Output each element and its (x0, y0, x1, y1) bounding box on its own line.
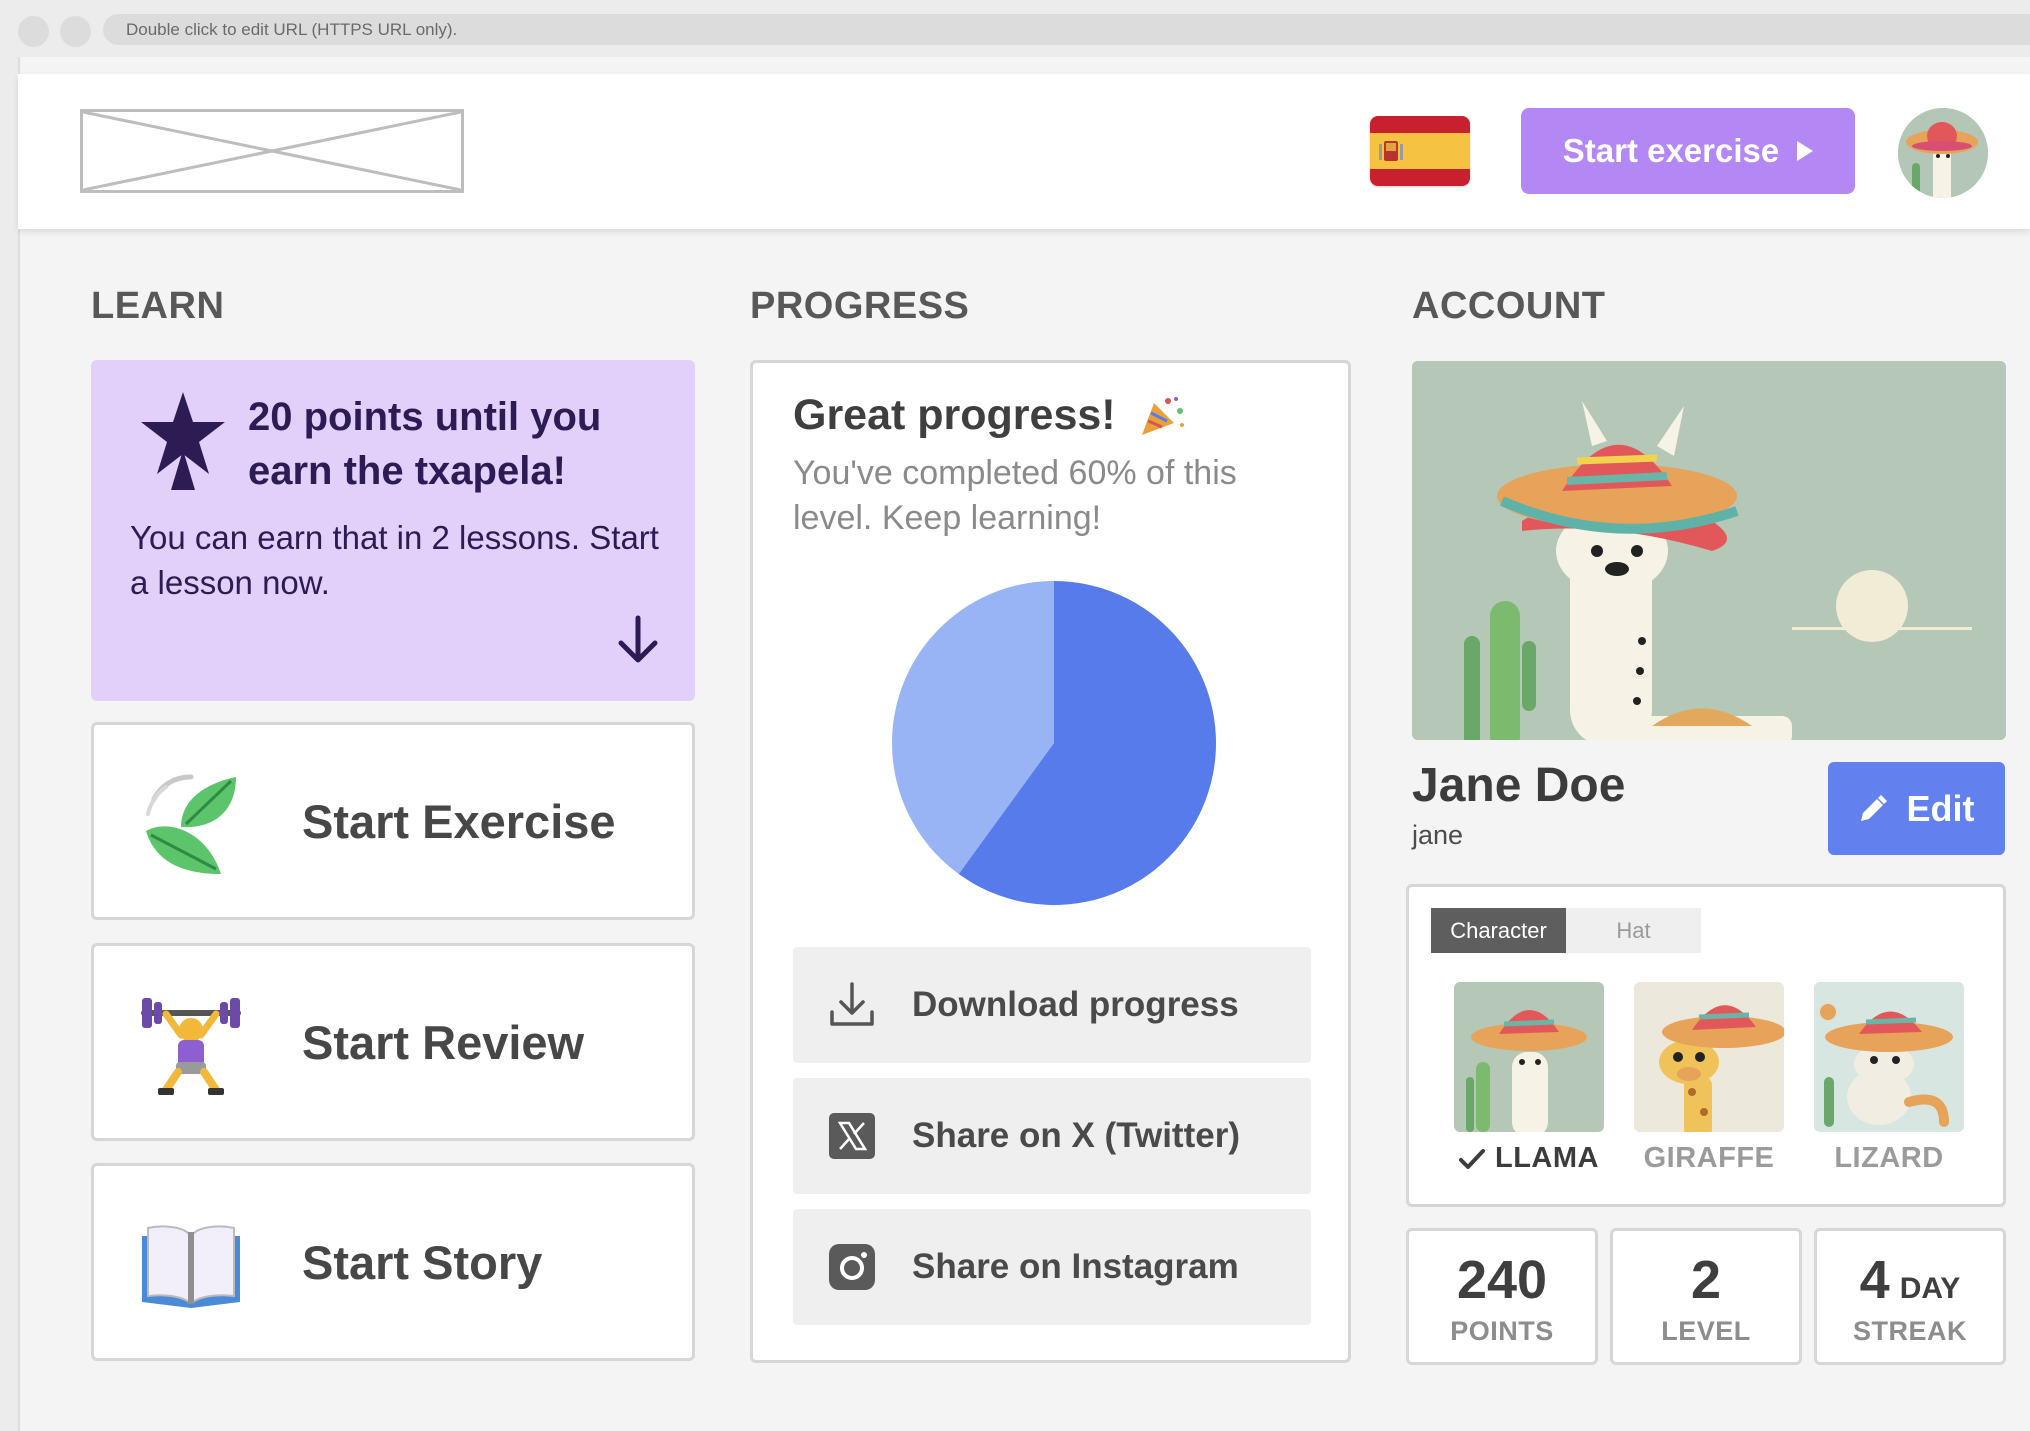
streak-value: 4 (1859, 1250, 1890, 1310)
streak-suffix: DAY (1899, 1272, 1961, 1305)
level-caption: LEVEL (1661, 1316, 1751, 1346)
checkmark-icon (1459, 1148, 1485, 1169)
profile-name: Jane Doe (1412, 759, 1626, 812)
open-book-icon (142, 1225, 240, 1308)
edit-profile-button[interactable]: Edit (1828, 762, 2005, 855)
txapela-promo-card: 20 points until you earn the txapela! Yo… (91, 360, 695, 701)
tab-hat[interactable]: Hat (1566, 908, 1701, 953)
progress-pie-chart (892, 581, 1216, 905)
progress-card: Great progress! You've completed 60% of … (750, 360, 1351, 1363)
window-edge (0, 57, 20, 1431)
start-exercise-label: Start Exercise (302, 794, 616, 848)
download-progress-button[interactable]: Download progress (793, 947, 1311, 1063)
llama-label-row: LLAMA (1454, 1142, 1604, 1175)
share-instagram-label: Share on Instagram (912, 1247, 1239, 1286)
llama-label: LLAMA (1495, 1142, 1599, 1174)
promo-title: 20 points until you earn the txapela! (248, 395, 602, 493)
picker-tabs: Character Hat (1431, 908, 1701, 953)
download-icon (830, 982, 874, 1026)
leaves-icon (146, 774, 236, 874)
promo-text: You can earn that in 2 lessons. Start a … (130, 519, 659, 601)
giraffe-label: GIRAFFE (1643, 1142, 1775, 1174)
progress-title: Great progress! (793, 391, 1116, 439)
window-control-close[interactable] (18, 16, 49, 47)
lizard-label: LIZARD (1834, 1142, 1944, 1174)
weightlifter-icon (141, 998, 241, 1095)
share-instagram-button[interactable]: Share on Instagram (793, 1209, 1311, 1325)
tab-character[interactable]: Character (1431, 908, 1566, 953)
character-option-llama[interactable]: LLAMA (1454, 982, 1604, 1175)
character-picker-card: Character Hat LLAMA GIRAFFE LIZARD (1406, 884, 2006, 1207)
character-option-giraffe[interactable]: GIRAFFE (1634, 982, 1784, 1175)
play-triangle-icon (1797, 141, 1814, 161)
start-story-card[interactable]: Start Story (91, 1163, 695, 1361)
points-value: 240 (1456, 1250, 1548, 1310)
points-caption: POINTS (1450, 1316, 1554, 1346)
level-value: 2 (1690, 1250, 1722, 1310)
logo-placeholder (80, 109, 464, 193)
spain-flag-icon[interactable] (1370, 116, 1470, 186)
download-progress-label: Download progress (912, 985, 1239, 1024)
progress-title-row: Great progress! (793, 391, 1186, 440)
streak-stat: 4 DAY STREAK (1814, 1228, 2006, 1365)
x-logo-icon (829, 1113, 875, 1159)
arrow-down-icon[interactable] (616, 615, 660, 663)
streak-value-row: 4 DAY (1817, 1249, 2003, 1311)
start-exercise-card[interactable]: Start Exercise (91, 722, 695, 920)
instagram-icon (829, 1244, 875, 1290)
start-exercise-button[interactable]: Start exercise (1521, 108, 1855, 194)
giraffe-thumbnail (1634, 982, 1784, 1132)
window-control-minimize[interactable] (60, 16, 91, 47)
share-x-button[interactable]: Share on X (Twitter) (793, 1078, 1311, 1194)
party-popper-icon (1141, 396, 1184, 435)
star-icon (141, 392, 225, 490)
start-exercise-label: Start exercise (1562, 132, 1780, 169)
share-x-label: Share on X (Twitter) (912, 1116, 1240, 1155)
llama-thumbnail (1454, 982, 1604, 1132)
progress-subtitle: You've completed 60% of this level. Keep… (793, 454, 1237, 537)
browser-chrome: Double click to edit URL (HTTPS URL only… (0, 0, 2030, 57)
account-section-title: ACCOUNT (1412, 285, 1606, 327)
app-header: Start exercise (18, 74, 2030, 229)
level-stat: 2 LEVEL (1610, 1228, 1802, 1365)
lizard-thumbnail (1814, 982, 1964, 1132)
progress-section-title: PROGRESS (750, 285, 970, 327)
points-stat: 240 POINTS (1406, 1228, 1598, 1365)
start-review-card[interactable]: Start Review (91, 943, 695, 1141)
llama-avatar-icon[interactable] (1898, 108, 1988, 198)
url-bar[interactable]: Double click to edit URL (HTTPS URL only… (103, 14, 2030, 45)
start-story-label: Start Story (302, 1235, 543, 1289)
learn-section-title: LEARN (91, 285, 225, 327)
pencil-icon (1860, 794, 1887, 821)
profile-username: jane (1412, 820, 1464, 850)
edit-label: Edit (1906, 787, 1975, 829)
start-review-label: Start Review (302, 1015, 585, 1069)
character-option-lizard[interactable]: LIZARD (1814, 982, 1964, 1175)
character-hero-image (1412, 361, 2006, 740)
streak-caption: STREAK (1852, 1316, 1967, 1346)
